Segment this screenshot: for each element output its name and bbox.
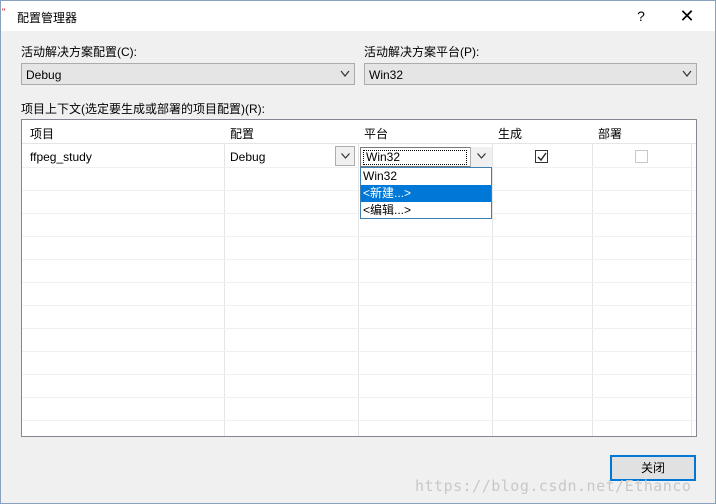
- active-platform-combo[interactable]: Win32: [364, 63, 697, 85]
- config-cell[interactable]: Debug: [230, 150, 265, 164]
- column-header-deploy[interactable]: 部署: [598, 125, 622, 142]
- active-platform-label: 活动解决方案平台(P):: [364, 45, 480, 59]
- project-context-grid: 项目 配置 平台 生成 部署 ffpeg_study Debug Win32 W…: [21, 119, 697, 437]
- help-icon: ?: [637, 8, 645, 24]
- platform-option-win32[interactable]: Win32: [361, 168, 491, 185]
- column-header-platform[interactable]: 平台: [364, 125, 388, 142]
- platform-cell-value[interactable]: Win32: [363, 150, 467, 165]
- configuration-manager-dialog: " 配置管理器 ? ✕ 活动解决方案配置(C): Debug 活动解决方案平台(…: [0, 0, 716, 504]
- active-platform-value: Win32: [369, 68, 404, 82]
- platform-option-new[interactable]: <新建...>: [361, 185, 491, 202]
- title-bar: " 配置管理器 ? ✕: [1, 1, 715, 31]
- platform-dropdown-list: Win32 <新建...> <编辑...>: [360, 167, 492, 219]
- active-config-label: 活动解决方案配置(C):: [21, 45, 137, 59]
- project-name-cell: ffpeg_study: [30, 150, 92, 164]
- watermark-text: https://blog.csdn.net/Ethanco: [415, 477, 692, 495]
- chevron-down-icon: [682, 70, 692, 77]
- dialog-title: 配置管理器: [17, 11, 78, 25]
- active-config-combo[interactable]: Debug: [21, 63, 355, 85]
- project-context-label: 项目上下文(选定要生成或部署的项目配置)(R):: [21, 102, 265, 116]
- deploy-checkbox: [635, 150, 648, 163]
- grid-header: 项目 配置 平台 生成 部署: [22, 120, 696, 144]
- column-header-build[interactable]: 生成: [498, 125, 522, 142]
- build-checkbox[interactable]: [535, 150, 548, 163]
- active-config-value: Debug: [26, 68, 62, 82]
- platform-option-edit[interactable]: <编辑...>: [361, 202, 491, 219]
- chevron-down-icon: [341, 153, 350, 159]
- close-icon: ✕: [679, 6, 695, 26]
- close-window-button[interactable]: ✕: [665, 1, 709, 31]
- platform-cell-combo[interactable]: Win32: [360, 147, 492, 167]
- config-dropdown-button[interactable]: [335, 146, 355, 166]
- column-header-config[interactable]: 配置: [230, 125, 254, 142]
- column-header-project[interactable]: 项目: [30, 125, 54, 142]
- chevron-down-icon: [340, 70, 350, 77]
- checkmark-icon: [537, 152, 547, 162]
- help-button[interactable]: ?: [619, 1, 663, 31]
- platform-dropdown-button[interactable]: [470, 147, 492, 167]
- corner-mark: ": [2, 7, 6, 17]
- chevron-down-icon: [477, 153, 486, 159]
